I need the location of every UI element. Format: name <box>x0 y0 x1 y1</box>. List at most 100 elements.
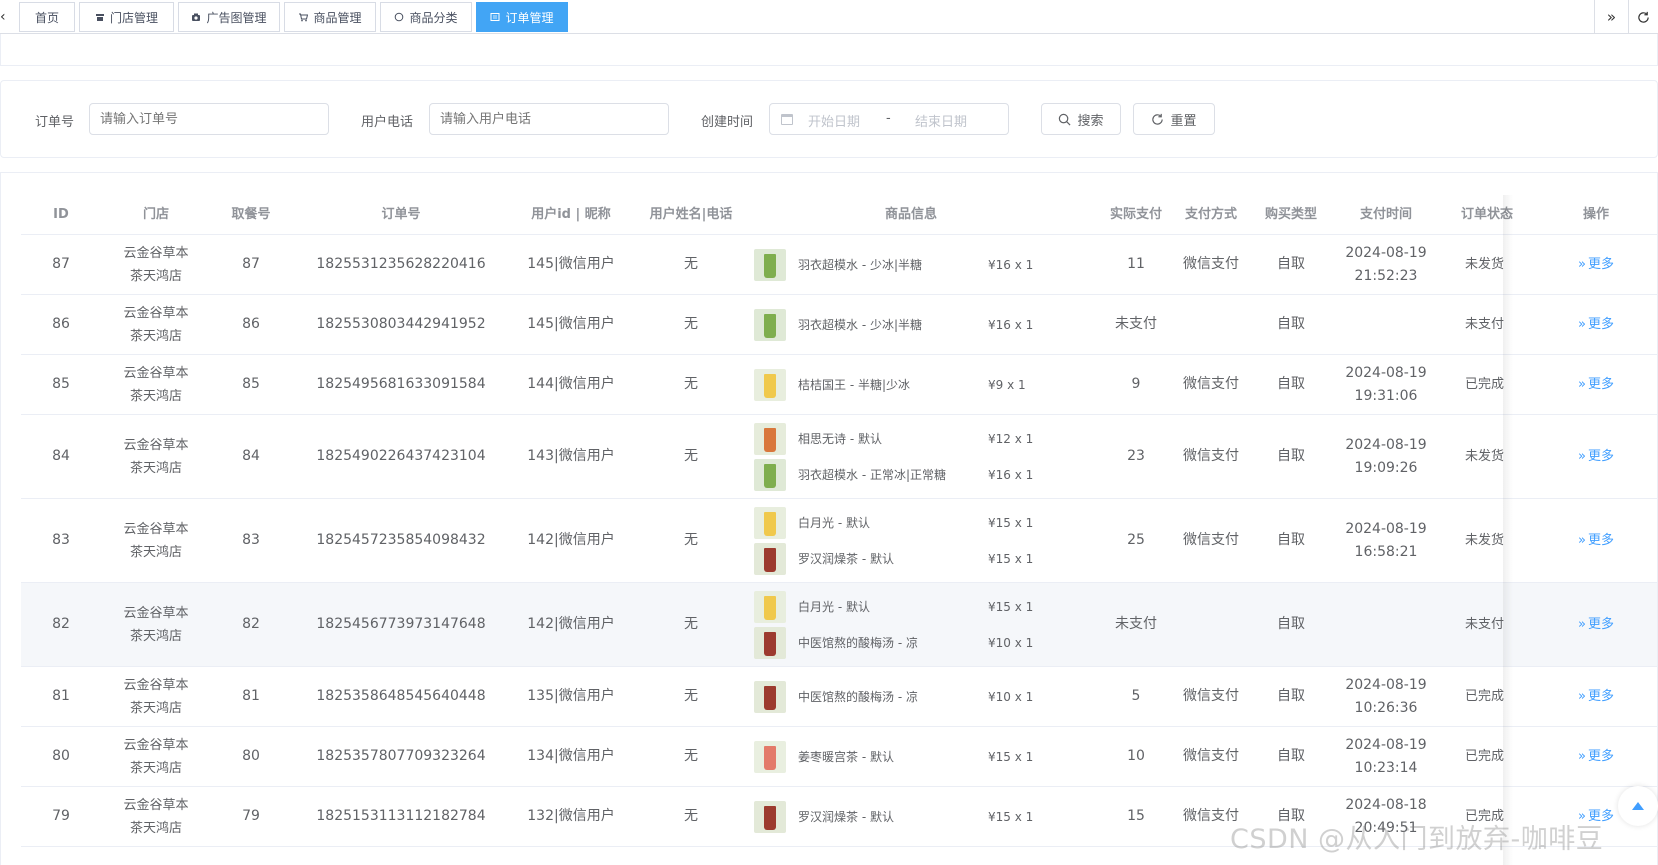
cell-order-no: 1825495681633091584 <box>316 376 486 392</box>
cell-status: 未发货 <box>1465 257 1505 272</box>
cell-pay-time: 2024-08-19 10:26:36 <box>1331 667 1441 726</box>
cell-status: 未发货 <box>1465 449 1505 464</box>
tab-label: 订单管理 <box>505 10 554 25</box>
product-name: 羽衣超模水 - 正常冰|正常糖 <box>798 468 947 482</box>
cell-paid: 9 <box>1131 376 1141 392</box>
product-price: ¥16 x 1 <box>988 467 1034 482</box>
double-chevron-right-icon[interactable]: » <box>1594 0 1628 34</box>
cell-paid: 25 <box>1127 532 1145 548</box>
more-label: 更多 <box>1587 533 1614 548</box>
cell-goods: 罗汉润燥茶 - 默认 ¥15 x 1 <box>754 787 1054 846</box>
tab-5[interactable]: 订单管理 <box>476 2 568 32</box>
cell-buy-type: 自取 <box>1277 616 1305 632</box>
fixed-column-shadow <box>1503 195 1513 865</box>
tab-label: 首页 <box>34 10 59 25</box>
tab-1[interactable]: 门店管理 <box>79 2 174 32</box>
create-time-label: 创建时间 <box>701 115 754 130</box>
product-item: 相思无诗 - 默认 ¥12 x 1 <box>754 422 1054 455</box>
cell-order-no: 1825357807709323264 <box>316 748 486 764</box>
order-number-input[interactable] <box>89 103 329 135</box>
cell-pay-time <box>1331 583 1441 666</box>
user-phone-input[interactable] <box>429 103 669 135</box>
order-table-card: ID 门店 取餐号 订单号 用户id | 昵称 用户姓名|电话 商品信息 实际支… <box>0 172 1658 865</box>
double-chevron-right-icon: » <box>1578 257 1586 272</box>
cell-user: 144|微信用户 <box>527 376 615 392</box>
product-price: ¥16 x 1 <box>988 257 1034 272</box>
tab-3[interactable]: 商品管理 <box>284 2 376 32</box>
product-name: 白月光 - 默认 <box>798 516 870 530</box>
cell-user: 143|微信用户 <box>527 448 615 464</box>
product-name: 罗汉润燥茶 - 默认 <box>798 552 894 566</box>
store-name: 云金谷草本茶天鸿店 <box>123 737 189 776</box>
product-item: 羽衣超模水 - 少冰|半糖 ¥16 x 1 <box>754 248 1054 281</box>
more-label: 更多 <box>1587 257 1614 272</box>
tab-bar: ‹ 首页 门店管理 广告图管理 商品管理 商品分类 订单管理 » <box>0 0 1658 34</box>
header-pay-time: 支付时间 <box>1359 207 1412 222</box>
cell-id: 85 <box>52 376 70 392</box>
tab-2[interactable]: 广告图管理 <box>178 2 280 32</box>
cell-store: 云金谷草本茶天鸿店 <box>101 667 211 726</box>
list-icon <box>490 12 500 22</box>
cell-pay-method: 微信支付 <box>1183 532 1239 548</box>
calendar-icon <box>781 114 793 125</box>
cell-pickup: 79 <box>242 808 260 824</box>
refresh-icon <box>1152 113 1164 125</box>
table-row: 86 云金谷草本茶天鸿店 86 1825530803442941952 145|微信用户… <box>21 295 1657 355</box>
cell-pay-time: 2024-08-19 21:52:23 <box>1331 235 1441 294</box>
product-price: ¥15 x 1 <box>988 809 1034 824</box>
product-thumbnail <box>754 458 786 491</box>
cell-pay-time: 2024-08-19 16:58:21 <box>1331 499 1441 582</box>
cell-order-no: 1825358648545640448 <box>316 688 486 704</box>
more-link[interactable]: » 更多 <box>1578 373 1614 396</box>
header-store: 门店 <box>142 207 169 222</box>
cell-name-phone: 无 <box>684 616 698 632</box>
cell-goods: 中医馆熬的酸梅汤 - 凉 ¥10 x 1 <box>754 667 1054 726</box>
more-link[interactable]: » 更多 <box>1578 313 1614 336</box>
date-range-picker[interactable]: 开始日期 - 结束日期 <box>769 103 1009 135</box>
product-item: 羽衣超模水 - 正常冰|正常糖 ¥16 x 1 <box>754 458 1054 491</box>
cell-user: 142|微信用户 <box>527 532 615 548</box>
double-chevron-right-icon: » <box>1578 749 1586 764</box>
table-header: ID 门店 取餐号 订单号 用户id | 昵称 用户姓名|电话 商品信息 实际支… <box>21 195 1657 235</box>
start-date-input[interactable]: 开始日期 <box>808 111 860 130</box>
double-chevron-right-icon: » <box>1578 617 1586 632</box>
more-link[interactable]: » 更多 <box>1578 253 1614 276</box>
cell-paid: 15 <box>1127 808 1145 824</box>
store-name: 云金谷草本茶天鸿店 <box>123 245 189 284</box>
tab-4[interactable]: 商品分类 <box>380 2 472 32</box>
tab-label: 门店管理 <box>109 10 158 25</box>
cell-action: » 更多 <box>1533 583 1657 666</box>
cell-name-phone: 无 <box>684 316 698 332</box>
cell-paid: 5 <box>1131 688 1141 704</box>
cell-status: 未发货 <box>1465 533 1505 548</box>
product-thumbnail <box>754 542 786 575</box>
product-thumbnail <box>754 590 786 623</box>
cell-pay-method: 微信支付 <box>1183 376 1239 392</box>
more-link[interactable]: » 更多 <box>1578 529 1614 552</box>
chevron-left-icon[interactable]: ‹ <box>0 0 10 34</box>
reset-button[interactable]: 重置 <box>1133 103 1215 135</box>
more-link[interactable]: » 更多 <box>1578 685 1614 708</box>
empty-card <box>0 34 1658 66</box>
product-name: 羽衣超模水 - 少冰|半糖 <box>798 318 923 332</box>
cell-user: 145|微信用户 <box>527 256 615 272</box>
more-link[interactable]: » 更多 <box>1578 613 1614 636</box>
product-name: 白月光 - 默认 <box>798 600 870 614</box>
product-thumbnail <box>754 308 786 341</box>
cell-order-no: 1825531235628220416 <box>316 256 486 272</box>
back-to-top-button[interactable] <box>1618 786 1658 826</box>
product-thumbnail <box>754 248 786 281</box>
refresh-icon[interactable] <box>1628 0 1658 34</box>
table-row: 84 云金谷草本茶天鸿店 84 1825490226437423104 143|微信用户… <box>21 415 1657 499</box>
cell-pay-method <box>1171 295 1251 354</box>
tab-0[interactable]: 首页 <box>19 2 75 32</box>
cell-buy-type: 自取 <box>1277 532 1305 548</box>
product-thumbnail <box>754 800 786 833</box>
more-link[interactable]: » 更多 <box>1578 445 1614 468</box>
end-date-input[interactable]: 结束日期 <box>915 111 967 130</box>
product-name: 相思无诗 - 默认 <box>798 432 882 446</box>
reset-button-label: 重置 <box>1170 113 1197 129</box>
double-chevron-right-icon: » <box>1578 449 1586 464</box>
more-link[interactable]: » 更多 <box>1578 745 1614 768</box>
search-button[interactable]: 搜索 <box>1041 103 1121 135</box>
